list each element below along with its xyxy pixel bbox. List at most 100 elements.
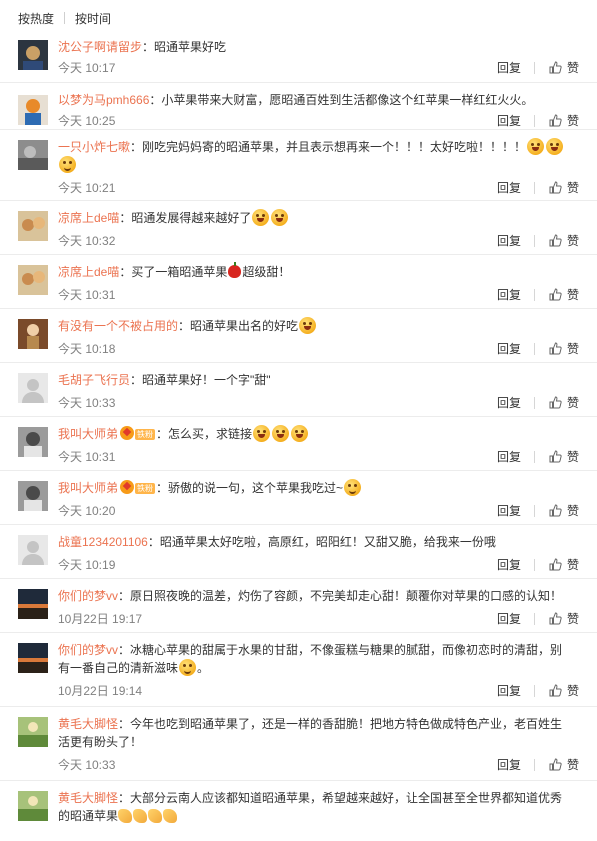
avatar[interactable] — [18, 791, 48, 821]
smile-emoji-icon — [179, 659, 197, 676]
comment-username[interactable]: 有没有一个不被占用的 — [58, 319, 178, 333]
comment-time: 今天 10:33 — [58, 758, 116, 772]
avatar[interactable] — [18, 40, 48, 70]
comment-text: 昭通苹果太好吃啦，高原红，昭阳红！又甜又脆，给我来一份哦 — [159, 535, 496, 549]
reply-button[interactable]: 回复 — [497, 448, 521, 465]
thumbs-up-icon — [549, 234, 562, 247]
clap-emoji-icon — [133, 809, 148, 823]
reply-button[interactable]: 回复 — [497, 610, 521, 627]
like-button[interactable]: 赞 — [549, 556, 579, 573]
reply-button[interactable]: 回复 — [497, 340, 521, 357]
comment-username[interactable]: 以梦为马pmh666 — [58, 93, 149, 107]
avatar[interactable] — [18, 319, 48, 349]
avatar[interactable] — [18, 211, 48, 241]
like-button[interactable]: 赞 — [549, 59, 579, 76]
sort-by-time-tab[interactable]: 按时间 — [75, 10, 111, 27]
reply-button[interactable]: 回复 — [497, 556, 521, 573]
sort-by-hot-tab[interactable]: 按热度 — [18, 10, 54, 27]
comment-text: 小苹果带来大财富，愿昭通百姓到生活都像这个红苹果一样红红火火。 — [161, 93, 534, 107]
comment-username[interactable]: 一只小炸七嗽 — [58, 140, 130, 154]
thumbs-up-icon — [549, 114, 562, 127]
comment-time: 10月22日 19:17 — [58, 612, 143, 626]
comment-text: 刚吃完妈妈寄的昭通苹果，并且表示想再来一个！！！太好吃啦！！！！ — [142, 140, 527, 154]
laugh-emoji-icon — [299, 317, 317, 334]
comment-username[interactable]: 我叫大师弟 — [58, 427, 118, 441]
apple-emoji-icon — [228, 262, 242, 278]
like-button[interactable]: 赞 — [549, 610, 579, 627]
comment-text: 原日照夜晚的温差，灼伤了容颜，不完美却走心甜！颠覆你对苹果的口感的认知！ — [130, 589, 563, 603]
comment-time: 今天 10:21 — [58, 181, 116, 195]
reply-button[interactable]: 回复 — [497, 502, 521, 519]
avatar[interactable] — [18, 589, 48, 619]
comment-item: 战童1234201106：昭通苹果太好吃啦，高原红，昭阳红！又甜又脆，给我来一份… — [0, 525, 597, 579]
comment-time: 今天 10:33 — [58, 396, 116, 410]
comment-item: 黄毛大脚怪：今年也吃到昭通苹果了，还是一样的香甜脆！把地方特色做成特色产业，老百… — [0, 707, 597, 781]
comment-text: 买了一箱昭通苹果 — [131, 265, 228, 279]
comment-username[interactable]: 你们的梦vv — [58, 589, 118, 603]
avatar[interactable] — [18, 373, 48, 403]
reply-button[interactable]: 回复 — [497, 394, 521, 411]
comment-item: 凉席上de喵：昭通发展得越来越好了 今天 10:32 回复 赞 — [0, 201, 597, 255]
comment-username[interactable]: 黄毛大脚怪 — [58, 791, 118, 805]
avatar[interactable] — [18, 481, 48, 511]
comment-text: 昭通发展得越来越好了 — [131, 211, 252, 225]
comment-item: 以梦为马pmh666：小苹果带来大财富，愿昭通百姓到生活都像这个红苹果一样红红火… — [0, 83, 597, 130]
like-button[interactable]: 赞 — [549, 448, 579, 465]
clap-emoji-icon — [148, 809, 163, 823]
reply-button[interactable]: 回复 — [497, 112, 521, 129]
comment-time: 今天 10:31 — [58, 288, 116, 302]
comment-item: 你们的梦vv：原日照夜晚的温差，灼伤了容颜，不完美却走心甜！颠覆你对苹果的口感的… — [0, 579, 597, 633]
reply-button[interactable]: 回复 — [497, 286, 521, 303]
fan-badge: 铁粉 — [135, 429, 156, 440]
comment-username[interactable]: 我叫大师弟 — [58, 481, 118, 495]
avatar[interactable] — [18, 717, 48, 747]
like-button[interactable]: 赞 — [549, 502, 579, 519]
comment-item: 有没有一个不被占用的：昭通苹果出名的好吃 今天 10:18 回复 赞 — [0, 309, 597, 363]
laugh-emoji-icon — [546, 138, 564, 155]
avatar[interactable] — [18, 95, 48, 125]
comment-time: 今天 10:20 — [58, 504, 116, 518]
like-button[interactable]: 赞 — [549, 340, 579, 357]
thumbs-up-icon — [549, 396, 562, 409]
like-button[interactable]: 赞 — [549, 756, 579, 773]
avatar[interactable] — [18, 535, 48, 565]
smile-emoji-icon — [59, 156, 76, 173]
comment-list: 沈公子啊请留步：昭通苹果好吃 今天 10:17 回复 赞 以梦为马pmh666：… — [0, 36, 597, 841]
comment-time: 今天 10:31 — [58, 450, 116, 464]
comment-username[interactable]: 战童1234201106 — [58, 535, 148, 549]
comment-text: 昭通苹果好吃 — [154, 40, 227, 54]
thumbs-up-icon — [549, 558, 562, 571]
avatar[interactable] — [18, 427, 48, 457]
comment-username[interactable]: 凉席上de喵 — [58, 265, 119, 279]
comment-username[interactable]: 毛胡子飞行员 — [58, 373, 130, 387]
reply-button[interactable]: 回复 — [497, 59, 521, 76]
clap-emoji-icon — [118, 809, 133, 823]
comment-username[interactable]: 凉席上de喵 — [58, 211, 119, 225]
comment-text: 昭通苹果出名的好吃 — [190, 319, 299, 333]
reply-button[interactable]: 回复 — [497, 682, 521, 699]
reply-button[interactable]: 回复 — [497, 179, 521, 196]
like-button[interactable]: 赞 — [549, 112, 579, 129]
avatar[interactable] — [18, 265, 48, 295]
thumbs-up-icon — [549, 684, 562, 697]
reply-button[interactable]: 回复 — [497, 232, 521, 249]
like-button[interactable]: 赞 — [549, 286, 579, 303]
like-button[interactable]: 赞 — [549, 179, 579, 196]
reply-button[interactable]: 回复 — [497, 756, 521, 773]
vip-badge-icon — [120, 426, 135, 440]
comment-item: 一只小炸七嗽：刚吃完妈妈寄的昭通苹果，并且表示想再来一个！！！太好吃啦！！！！ … — [0, 130, 597, 201]
comment-username[interactable]: 你们的梦vv — [58, 643, 118, 657]
like-button[interactable]: 赞 — [549, 232, 579, 249]
comment-username[interactable]: 黄毛大脚怪 — [58, 717, 118, 731]
sort-divider — [64, 12, 66, 24]
avatar[interactable] — [18, 643, 48, 673]
laugh-emoji-icon — [291, 425, 309, 442]
comment-username[interactable]: 沈公子啊请留步 — [58, 40, 142, 54]
comment-item: 凉席上de喵：买了一箱昭通苹果 超级甜！ 今天 10:31 回复 赞 — [0, 255, 597, 309]
like-button[interactable]: 赞 — [549, 682, 579, 699]
avatar[interactable] — [18, 140, 48, 170]
laugh-emoji-icon — [252, 209, 270, 226]
like-button[interactable]: 赞 — [549, 394, 579, 411]
comment-item: 我叫大师弟 铁粉 ：骄傲的说一句，这个苹果我吃过~ 今天 10:20 回复 赞 — [0, 471, 597, 525]
grin-emoji-icon — [344, 479, 362, 496]
